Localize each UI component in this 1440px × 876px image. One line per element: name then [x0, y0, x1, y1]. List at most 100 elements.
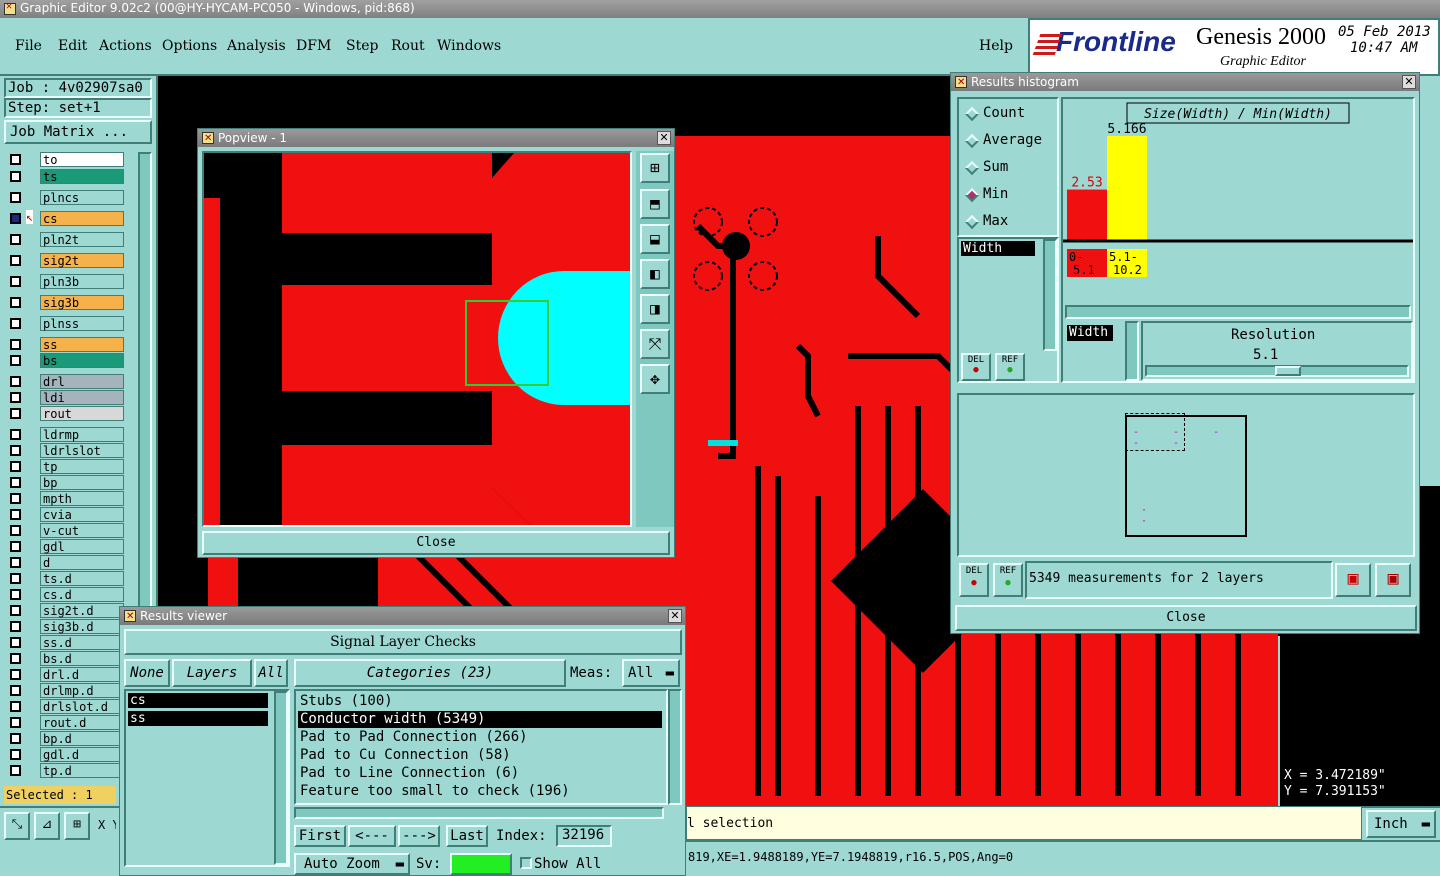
layer-checkbox[interactable] [10, 525, 21, 536]
layer-checkbox[interactable] [10, 445, 21, 456]
layer-checkbox[interactable] [10, 429, 21, 440]
job-matrix-button[interactable]: Job Matrix ... [4, 120, 152, 144]
category-hscroll[interactable] [294, 807, 664, 819]
layer-name[interactable]: tp.d [40, 763, 124, 778]
popview-pan-left-icon[interactable]: ◧ [640, 259, 670, 289]
layer-row[interactable]: drl [6, 374, 124, 390]
layer-checkbox[interactable] [10, 171, 21, 182]
measure-tool-icon[interactable]: ⊿ [34, 812, 60, 840]
layer-row[interactable]: rout [6, 406, 124, 422]
layers-all-button[interactable]: All [254, 659, 288, 687]
layer-row[interactable]: cvia [6, 507, 124, 523]
layer-name[interactable]: mpth [40, 491, 124, 506]
layer-name[interactable]: v-cut [40, 523, 124, 538]
layer-name[interactable]: ts [40, 169, 124, 184]
layer-row[interactable]: ss [6, 337, 124, 353]
layer-name[interactable]: rout [40, 406, 124, 421]
attribute-scrollbar[interactable] [1043, 239, 1057, 351]
layer-row[interactable]: bs [6, 353, 124, 369]
menu-edit[interactable]: Edit [58, 38, 87, 54]
layer-row[interactable]: ldi [6, 390, 124, 406]
resolution-slider[interactable] [1145, 365, 1409, 377]
layer-row[interactable]: sig3b.d [6, 619, 124, 635]
layer-name[interactable]: drl.d [40, 667, 124, 682]
category-item[interactable]: Pad to Cu Connection (58) [298, 747, 662, 764]
first-button[interactable]: First [294, 825, 346, 847]
layer-name[interactable]: to [40, 152, 124, 167]
layer-name[interactable]: sig2t.d [40, 603, 124, 618]
popview-titlebar[interactable]: Popview - 1 ✕ [198, 129, 674, 148]
layer-row[interactable]: gdl.d [6, 747, 124, 763]
menu-options[interactable]: Options [162, 38, 217, 54]
histogram-hscroll[interactable] [1065, 305, 1411, 319]
layer-checkbox[interactable] [10, 557, 21, 568]
layer-name[interactable]: gdl.d [40, 747, 124, 762]
layer-result-ss[interactable]: ss [128, 711, 268, 726]
layer-checkbox[interactable] [10, 637, 21, 648]
menu-rout[interactable]: Rout [391, 38, 425, 54]
histogram-bar[interactable] [1107, 135, 1147, 241]
show-all-checkbox[interactable] [520, 857, 532, 869]
layer-row[interactable]: ts.d [6, 571, 124, 587]
layer-name[interactable]: ldrmp [40, 427, 124, 442]
layer-row[interactable]: rout.d [6, 715, 124, 731]
layer-name[interactable]: bp.d [40, 731, 124, 746]
prev-button[interactable]: <--- [348, 825, 396, 847]
layer-name[interactable]: sig3b [40, 295, 124, 310]
layer-checkbox[interactable] [10, 669, 21, 680]
layer-row[interactable]: mpth [6, 491, 124, 507]
layer-checkbox[interactable] [10, 765, 21, 776]
category-item[interactable]: Pad to Pad Connection (266) [298, 729, 662, 746]
layer-checkbox[interactable] [10, 493, 21, 504]
layer-checkbox[interactable] [10, 355, 21, 366]
layer-row[interactable]: bp [6, 475, 124, 491]
layer-checkbox[interactable] [10, 653, 21, 664]
width-scrollbar[interactable] [1125, 321, 1139, 381]
layer-name[interactable]: d [40, 555, 124, 570]
category-item[interactable]: Pad to Line Connection (6) [298, 765, 662, 782]
layer-name[interactable]: ss.d [40, 635, 124, 650]
units-dropdown[interactable]: Inch ▬ [1366, 810, 1436, 838]
layer-name[interactable]: drlmp.d [40, 683, 124, 698]
layer-name[interactable]: ldi [40, 390, 124, 405]
next-button[interactable]: ---> [398, 825, 440, 847]
layer-row[interactable]: drl.d [6, 667, 124, 683]
layer-checkbox[interactable] [10, 339, 21, 350]
category-item-selected[interactable]: Conductor width (5349) [298, 711, 662, 728]
layer-name[interactable]: plnss [40, 316, 124, 331]
export-icon[interactable]: ▣ [1335, 563, 1371, 597]
menu-windows[interactable]: Windows [437, 38, 501, 54]
layer-checkbox[interactable] [10, 749, 21, 760]
category-item[interactable]: Stubs (100) [298, 693, 662, 710]
layer-checkbox[interactable] [10, 589, 21, 600]
layer-row[interactable]: drlmp.d [6, 683, 124, 699]
layer-name[interactable]: tp [40, 459, 124, 474]
layer-checkbox[interactable] [10, 701, 21, 712]
layer-row[interactable]: tp [6, 459, 124, 475]
category-scrollbar[interactable] [668, 689, 682, 805]
layer-checkbox[interactable] [10, 605, 21, 616]
layer-checkbox[interactable] [10, 213, 21, 224]
layer-checkbox[interactable] [10, 318, 21, 329]
layer-name[interactable]: gdl [40, 539, 124, 554]
layer-results-scrollbar[interactable] [274, 691, 288, 865]
layer-row[interactable]: sig3b [6, 295, 124, 311]
histogram-titlebar[interactable]: Results histogram ✕ [951, 73, 1419, 92]
layer-row[interactable]: sig2t [6, 253, 124, 269]
layer-name[interactable]: cs [40, 211, 124, 226]
del-button-top[interactable]: DEL ● [961, 353, 991, 381]
layer-name[interactable]: ts.d [40, 571, 124, 586]
layer-checkbox[interactable] [10, 255, 21, 266]
layers-button[interactable]: Layers [172, 659, 252, 687]
resolution-slider-handle[interactable] [1275, 366, 1301, 376]
layer-name[interactable]: bs.d [40, 651, 124, 666]
index-input[interactable]: 32196 [556, 825, 612, 847]
categories-button[interactable]: Categories (23) [294, 659, 566, 687]
layer-checkbox[interactable] [10, 461, 21, 472]
layer-results-list[interactable]: cs ss [124, 689, 290, 867]
category-list[interactable]: Stubs (100) Conductor width (5349) Pad t… [294, 689, 668, 805]
option-count-radio[interactable] [964, 106, 980, 122]
histogram-close-icon[interactable]: ✕ [1402, 75, 1416, 89]
layers-none-button[interactable]: None [124, 659, 170, 687]
layer-row[interactable]: drlslot.d [6, 699, 124, 715]
